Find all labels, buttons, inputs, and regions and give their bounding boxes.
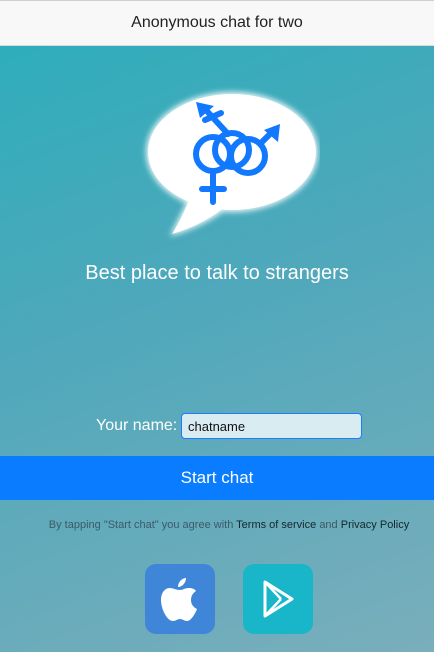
app-store-button[interactable] — [145, 564, 215, 634]
google-play-icon — [263, 580, 294, 618]
name-label: Your name: — [96, 417, 178, 434]
gender-symbols-speech-bubble-icon — [140, 84, 320, 242]
tagline: Best place to talk to strangers — [85, 262, 349, 284]
terms-connector: and — [319, 519, 338, 531]
start-chat-button[interactable]: Start chat — [0, 456, 434, 500]
name-input[interactable] — [181, 413, 362, 439]
google-play-button[interactable] — [243, 564, 313, 634]
page-title: Anonymous chat for two — [131, 14, 303, 31]
name-row: Your name: — [0, 412, 434, 440]
terms-prefix: By tapping "Start chat" you agree with — [48, 519, 234, 531]
terms-of-service-link[interactable]: Terms of service — [236, 519, 316, 531]
apple-icon — [161, 578, 197, 621]
terms-notice: By tapping "Start chat" you agree with T… — [0, 519, 434, 531]
title-bar: Anonymous chat for two — [0, 0, 434, 46]
privacy-policy-link[interactable]: Privacy Policy — [341, 519, 409, 531]
